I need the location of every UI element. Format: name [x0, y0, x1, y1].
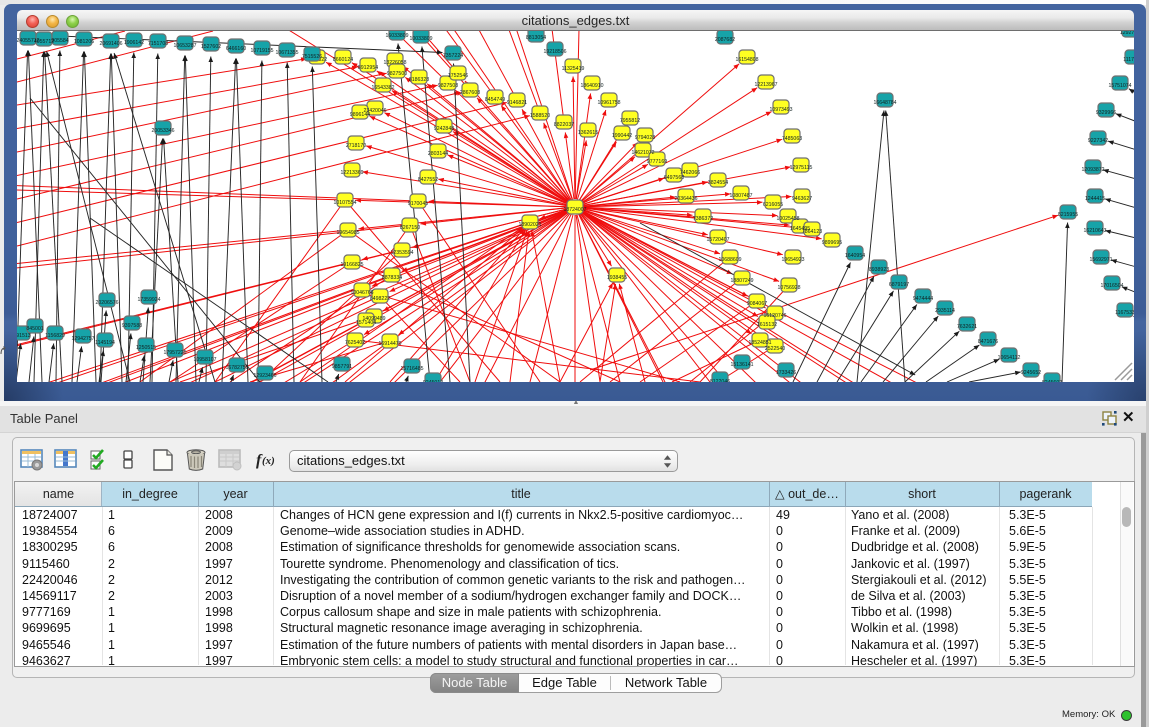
svg-text:1117403: 1117403	[1123, 57, 1134, 63]
svg-text:1292727: 1292727	[1120, 31, 1134, 36]
